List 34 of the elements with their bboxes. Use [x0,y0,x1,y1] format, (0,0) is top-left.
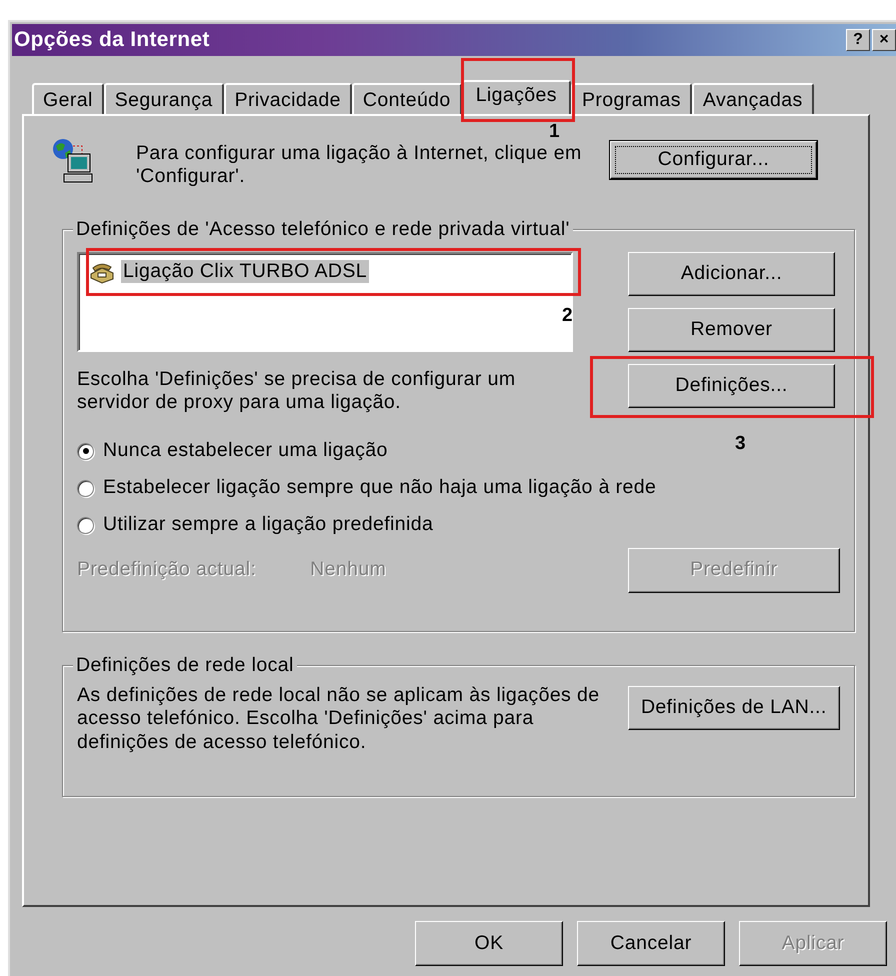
tab[interactable]: Privacidade [224,83,352,114]
configure-button[interactable]: Configurar... [610,141,817,179]
tab[interactable]: Avançadas [692,83,814,114]
option-label[interactable]: Nunca estabelecer uma ligação [103,439,388,463]
radio-button[interactable] [77,516,94,534]
connection-item[interactable]: Ligação Clix TURBO ADSL [121,260,370,284]
setup-instructions: Para configurar uma ligação à Internet, clique em 'Configurar'. [136,142,582,189]
tab[interactable]: Programas [570,83,692,114]
radio-button[interactable] [77,480,94,497]
lan-note: As definições de rede local não se aplicam às ligações de acesso telefónico. Escolha 'Definições' acima para definições de acesso telefónico. [77,684,601,754]
option-label[interactable]: Utilizar sempre a ligação predefinida [103,513,434,537]
close-button[interactable]: × [872,29,896,51]
tab[interactable]: Segurança [104,83,224,114]
group-label: Definições de 'Acesso telefónico e rede privada virtual' [73,218,573,242]
tab[interactable]: Ligações [462,80,571,116]
add-button[interactable]: Adicionar... [628,252,835,296]
tab[interactable]: Geral [32,83,104,114]
proxy-hint: Escolha 'Definições' se precisa de configurar um servidor de proxy para uma ligação. [77,368,517,415]
settings-button[interactable]: Definições... [628,364,835,408]
ok-button[interactable]: OK [415,921,563,966]
tab[interactable]: Conteúdo [352,83,462,114]
radio-button[interactable] [77,442,94,460]
option-label[interactable]: Estabelecer ligação sempre que não haja uma ligação à rede [103,476,656,500]
callout-number: 2 [562,306,573,325]
current-default-label: Predefinição actual: [77,558,258,582]
callout-number: 1 [548,122,560,141]
help-button[interactable]: ? [846,29,870,51]
group-label: Definições de rede local [73,654,297,678]
lan-settings-button[interactable]: Definições de LAN... [628,686,840,730]
current-default-value: Nenhum [310,558,388,582]
cancel-button[interactable]: Cancelar [577,921,725,966]
window-title: Opções da Internet [14,27,210,53]
callout-number: 3 [735,434,746,453]
remove-button[interactable]: Remover [628,308,835,352]
